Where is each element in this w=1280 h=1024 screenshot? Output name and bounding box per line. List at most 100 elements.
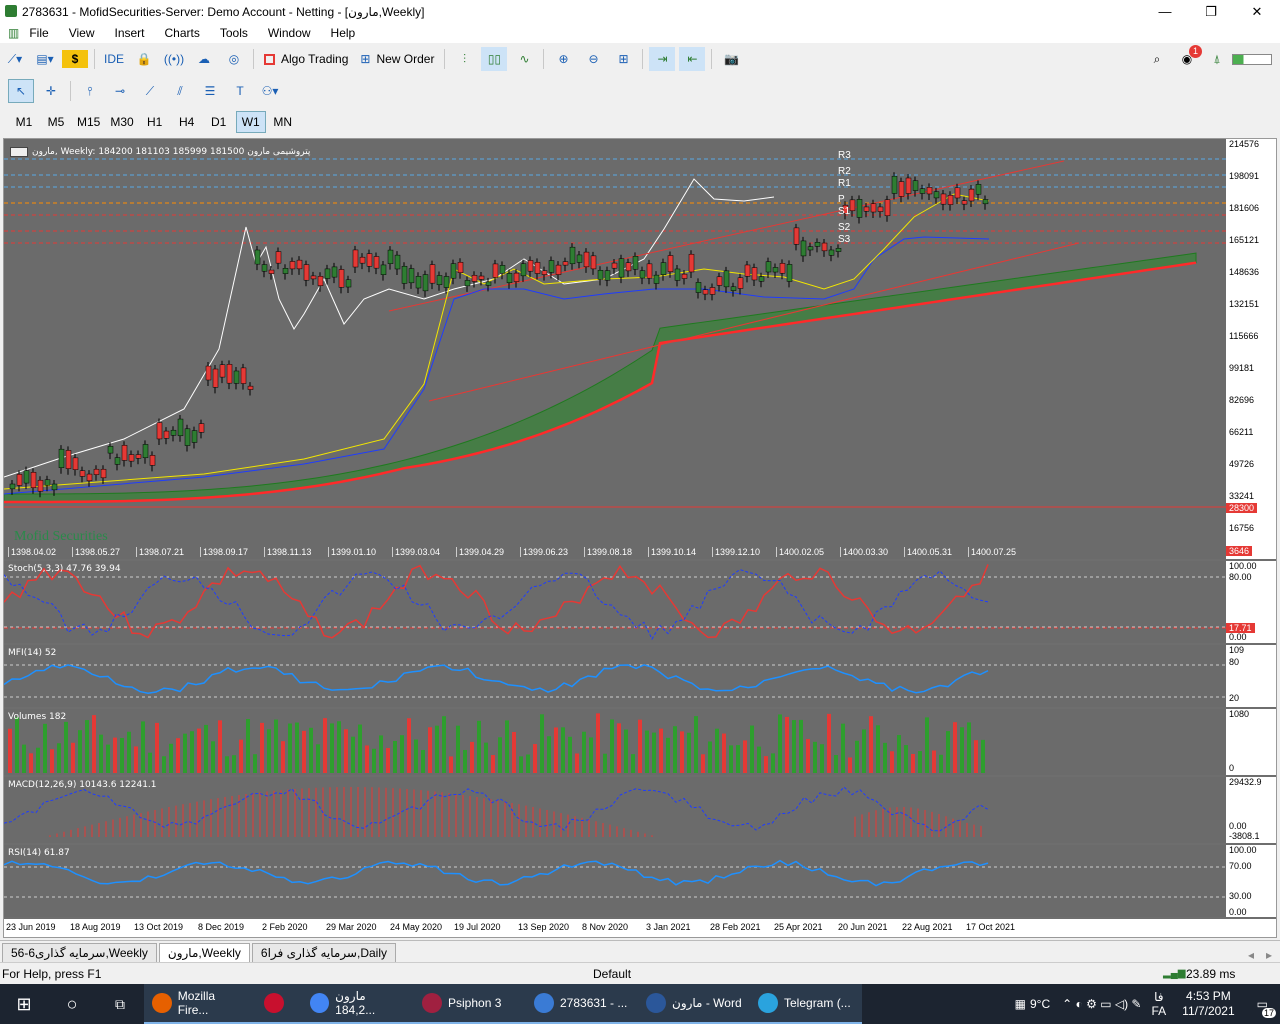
chart-type-icon[interactable]: ⟋▾ <box>2 47 28 71</box>
taskbar-app-label: Psiphon 3 <box>448 996 502 1010</box>
templates-icon[interactable]: ▤▾ <box>32 47 58 71</box>
taskbar-app-4[interactable]: 2783631 - ... <box>526 984 638 1024</box>
tab-scroll-right-icon[interactable]: ▸ <box>1266 948 1272 962</box>
notification-center-count: 17 <box>1261 1008 1276 1018</box>
taskbar-app-5[interactable]: مارون - Word <box>638 984 750 1024</box>
maximize-button[interactable]: ❐ <box>1188 0 1234 23</box>
crosshair-icon[interactable]: ✛ <box>38 79 64 103</box>
price-scale[interactable]: 214576 198091 181606 165121 148636 132151 1156… <box>1226 139 1276 559</box>
close-button[interactable]: ✕ <box>1234 0 1280 23</box>
tray-icons[interactable]: ⌃ ◐ ⚙ ▭ ◁) ✎ <box>1058 984 1145 1024</box>
chart-window[interactable]: مارون, Weekly: 184200 181103 185999 1815… <box>3 138 1277 938</box>
timeframe-h4[interactable]: H4 <box>172 111 202 133</box>
lock-icon[interactable]: 🔒 <box>131 47 157 71</box>
clock[interactable]: 4:53 PM 11/7/2021 <box>1172 984 1245 1024</box>
ide-button[interactable]: IDE <box>101 47 127 71</box>
vps-icon[interactable]: ◎ <box>221 47 247 71</box>
taskbar-app-2[interactable]: مارون 184,2... <box>302 984 414 1024</box>
dollar-icon[interactable]: $ <box>62 50 88 68</box>
candle-body <box>191 430 198 443</box>
candle-chart-icon[interactable]: ▯▯ <box>481 47 508 71</box>
separator <box>444 49 446 69</box>
bar-chart-icon[interactable]: ⫶ <box>451 47 477 71</box>
cursor-icon[interactable]: ↖ <box>8 79 34 103</box>
volume-bar <box>379 735 383 773</box>
date-axis-bottom-label: 13 Oct 2019 <box>134 922 184 932</box>
signal-strength-icon[interactable]: ⍋ <box>1204 47 1230 71</box>
chart-shift-icon[interactable]: ⇤ <box>679 47 706 71</box>
autoscroll-icon[interactable]: ⇥ <box>649 47 676 71</box>
tab-chart-2[interactable]: مارون,Weekly <box>158 943 250 962</box>
screenshot-icon[interactable]: 📷 <box>718 47 744 71</box>
vertical-line-icon[interactable]: ⫯ <box>77 79 103 103</box>
date-axis-bottom-label: 8 Nov 2020 <box>582 922 629 932</box>
menu-charts[interactable]: Charts <box>155 26 210 40</box>
timeframe-h1[interactable]: H1 <box>140 111 170 133</box>
candle-body <box>863 206 870 212</box>
timeframe-m5[interactable]: M5 <box>41 111 71 133</box>
grid-icon[interactable]: ⊞ <box>610 47 636 71</box>
menu-insert[interactable]: Insert <box>104 26 154 40</box>
menu-help[interactable]: Help <box>321 26 366 40</box>
start-button[interactable]: ⊞ <box>0 984 48 1024</box>
rsi-panel[interactable]: RSI(14) 61.87 <box>4 845 1228 917</box>
timeframe-m30[interactable]: M30 <box>106 111 137 133</box>
cloud-icon[interactable]: ☁ <box>191 47 217 71</box>
taskbar-app-0[interactable]: Mozilla Fire... <box>144 984 256 1024</box>
notifications-icon[interactable]: ◉ 1 <box>1174 45 1202 71</box>
candle-body <box>401 265 408 284</box>
pivot-label: P <box>838 194 845 205</box>
zoom-out-icon[interactable]: ⊖ <box>580 47 606 71</box>
zoom-in-icon[interactable]: ⊕ <box>550 47 576 71</box>
weather-temp[interactable]: 9°C <box>1030 984 1058 1024</box>
timeframe-w1[interactable]: W1 <box>235 111 266 133</box>
menu-file[interactable]: File <box>19 26 58 40</box>
mfi-panel[interactable]: MFI(14) 52 <box>4 645 1228 707</box>
macd-scale-label: -3808.1 <box>1229 831 1260 841</box>
line-chart-icon[interactable]: ∿ <box>511 47 537 71</box>
volumes-panel[interactable]: Volumes 182 <box>4 709 1228 775</box>
price-chart[interactable] <box>4 139 1228 559</box>
menu-window[interactable]: Window <box>258 26 321 40</box>
text-icon[interactable]: T <box>227 79 253 103</box>
menu-view[interactable]: View <box>59 26 105 40</box>
candle-body <box>814 242 821 247</box>
taskbar-app-3[interactable]: Psiphon 3 <box>414 984 526 1024</box>
timeframe-m1[interactable]: M1 <box>9 111 39 133</box>
taskbar-app-1[interactable] <box>256 984 302 1024</box>
shapes-icon[interactable]: ⚇▾ <box>257 79 283 103</box>
algo-trading-button[interactable]: Algo Trading <box>264 52 348 66</box>
tab-scroll-left-icon[interactable]: ◂ <box>1248 948 1254 962</box>
price-panel[interactable]: مارون, Weekly: 184200 181103 185999 1815… <box>4 139 1228 559</box>
menu-tools[interactable]: Tools <box>210 26 258 40</box>
candle-body <box>345 279 352 288</box>
timeframe-mn[interactable]: MN <box>268 111 298 133</box>
taskbar-app-6[interactable]: Telegram (... <box>750 984 862 1024</box>
tab-chart-1[interactable]: 56-سرمایه گذاری6,Weekly <box>2 943 157 962</box>
new-order-button[interactable]: ⊞ New Order <box>360 52 434 66</box>
candle-body <box>499 265 506 274</box>
search-button[interactable]: ○ <box>48 984 96 1024</box>
notification-center-icon[interactable]: ▭ 17 <box>1245 984 1280 1024</box>
trendline-icon[interactable]: ⟋ <box>137 79 163 103</box>
main-toolbar: ⟋▾ ▤▾ $ IDE 🔒 ((•)) ☁ ◎ Algo Trading ⊞ N… <box>0 45 1280 73</box>
fibonacci-icon[interactable]: ☰ <box>197 79 223 103</box>
candle-body <box>870 203 877 213</box>
tab-chart-3[interactable]: سرمایه گذاری فرا6,Daily <box>251 943 397 962</box>
timeframe-m15[interactable]: M15 <box>73 111 104 133</box>
language-indicator[interactable]: فا FA <box>1145 984 1172 1024</box>
stoch-panel[interactable]: Stoch(5,3,3) 47.76 39.94 <box>4 561 1228 643</box>
timeframe-d1[interactable]: D1 <box>204 111 234 133</box>
minimize-button[interactable]: — <box>1142 0 1188 23</box>
volume-bar <box>43 723 47 773</box>
signal-icon[interactable]: ((•)) <box>161 47 187 71</box>
channel-icon[interactable]: ⫽ <box>167 79 193 103</box>
date-axis-main: 1398.04.02 1398.05.27 1398.07.21 1398.09.17… <box>4 547 1228 559</box>
task-view-button[interactable]: ⧉ <box>96 984 144 1024</box>
search-icon[interactable]: ⌕ <box>1144 47 1170 71</box>
price-scale-label: 99181 <box>1229 363 1255 373</box>
weather-icon[interactable]: ▦ <box>1011 984 1030 1024</box>
horizontal-line-icon[interactable]: ⊸ <box>107 79 133 103</box>
macd-panel[interactable]: MACD(12,26,9) 10143.6 12241.1 <box>4 777 1228 843</box>
date-axis-bottom-label: 25 Apr 2021 <box>774 922 823 932</box>
